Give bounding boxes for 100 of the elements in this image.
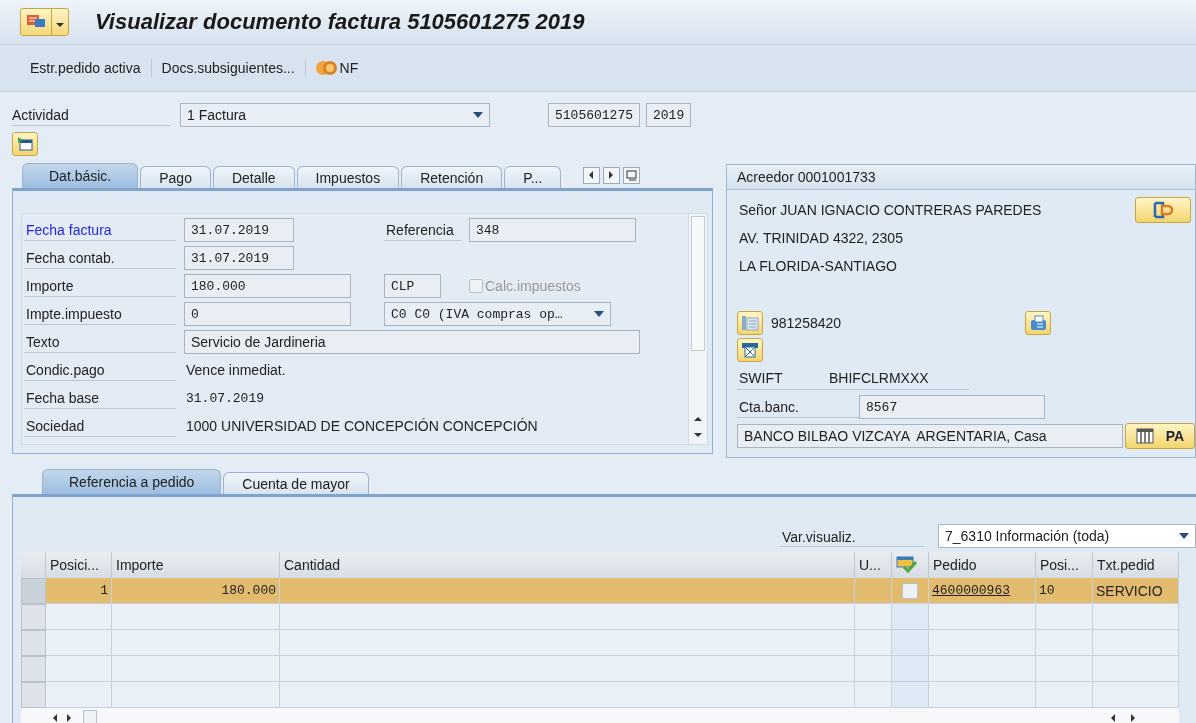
scroll-bar[interactable] xyxy=(688,214,707,444)
address-line: LA FLORIDA-SANTIAGO xyxy=(739,258,897,274)
field-value: 31.07.2019 xyxy=(185,390,265,406)
table-cell xyxy=(892,682,929,708)
column-header[interactable]: Importe xyxy=(112,552,280,578)
caret-icon xyxy=(473,112,483,118)
printer-icon xyxy=(741,341,759,359)
field-value: BHIFCLRMXXX xyxy=(829,370,929,386)
toolbar-button[interactable]: Docs.subsiguientes... xyxy=(151,58,305,78)
address-line: Señor JUAN IGNACIO CONTRERAS PAREDES xyxy=(739,202,1042,218)
order-link[interactable]: 4600000963 xyxy=(932,583,1010,598)
activity-dropdown[interactable]: 1 Factura xyxy=(180,103,490,127)
table-cell xyxy=(46,656,112,682)
scroll-thumb[interactable] xyxy=(83,710,97,723)
field-label: Texto xyxy=(24,331,176,353)
table-cell xyxy=(892,656,929,682)
tab[interactable]: Retención xyxy=(401,166,503,188)
tab[interactable]: Referencia a pedido xyxy=(42,469,222,494)
table-cell xyxy=(1036,682,1093,708)
layout-dropdown[interactable]: 7_6310 Información (toda) xyxy=(938,524,1196,548)
document-number-field: 5105601275 xyxy=(548,103,640,127)
tab[interactable]: Pago xyxy=(140,166,211,188)
field-label: Fecha factura xyxy=(24,219,176,241)
caret-icon xyxy=(1179,533,1189,539)
table-cell: 10 xyxy=(1036,578,1093,604)
input-field[interactable]: 180.000 xyxy=(184,274,351,298)
field-value: 1000 UNIVERSIDAD DE CONCEPCIÓN CONCEPCIÓN xyxy=(185,418,539,434)
field-label: Importe xyxy=(24,275,176,297)
columns-icon xyxy=(1135,428,1154,444)
field-label: Fecha contab. xyxy=(24,247,176,269)
column-header[interactable] xyxy=(892,552,929,578)
coins-icon xyxy=(315,59,338,77)
field-label: SWIFT xyxy=(739,370,784,386)
table-cell xyxy=(855,604,892,630)
input-field[interactable]: CLP xyxy=(384,274,441,298)
up-arrow-icon[interactable] xyxy=(693,414,703,424)
table-cell: 1 xyxy=(46,578,112,604)
field-label: Referencia xyxy=(384,219,461,241)
table-cell xyxy=(46,630,112,656)
tab[interactable]: Detalle xyxy=(212,166,295,188)
field-label: Fecha base xyxy=(24,387,176,409)
table-cell xyxy=(46,604,112,630)
scroll-thumb[interactable] xyxy=(691,216,705,351)
check-card-icon[interactable] xyxy=(896,556,918,574)
table-cell xyxy=(855,656,892,682)
table-cell xyxy=(1036,604,1093,630)
field-label: Sociedad xyxy=(24,415,176,437)
year-field: 2019 xyxy=(646,103,692,127)
bracket-icon xyxy=(1152,201,1174,219)
column-header[interactable]: Pedido xyxy=(929,552,1036,578)
input-field[interactable]: 348 xyxy=(469,218,636,242)
input-field[interactable]: 0 xyxy=(184,302,351,326)
menu-icon xyxy=(26,14,46,30)
layout-button[interactable] xyxy=(12,132,38,156)
field-label: Actividad xyxy=(12,104,170,126)
table-cell xyxy=(1036,630,1093,656)
vendor-button[interactable] xyxy=(1135,197,1191,223)
table-cell: SERVICIO xyxy=(1093,578,1179,604)
window-title: Visualizar documento factura 5105601275 2019 xyxy=(95,9,585,35)
input-field[interactable]: Servicio de Jardineria xyxy=(184,330,640,354)
column-header[interactable]: Posici... xyxy=(46,552,112,578)
printer-button[interactable] xyxy=(737,338,763,362)
window-icon xyxy=(17,136,33,152)
tab[interactable]: Dat.básic. xyxy=(22,163,139,188)
tax-code-dropdown[interactable]: C0 C0 (IVA compras op… xyxy=(384,302,611,326)
caret-icon xyxy=(594,311,604,317)
input-field[interactable]: 31.07.2019 xyxy=(184,246,294,270)
bank-name-field[interactable]: BANCO BILBAO VIZCAYA ARGENTARIA, Casa xyxy=(737,424,1123,448)
scroll-bar[interactable] xyxy=(21,708,1179,723)
column-header[interactable]: Txt.pedid xyxy=(1093,552,1179,578)
phone-icon xyxy=(741,314,759,332)
next-tab-button[interactable] xyxy=(603,166,621,184)
field-label: Condic.pago xyxy=(24,359,176,381)
table-cell xyxy=(855,682,892,708)
down-arrow-icon[interactable] xyxy=(693,430,703,440)
tab[interactable]: P... xyxy=(504,166,562,188)
input-field[interactable]: 8567 xyxy=(859,395,1045,419)
menu-button[interactable] xyxy=(20,8,69,36)
field-value: Vence inmediat. xyxy=(185,362,287,378)
table-cell xyxy=(46,682,112,708)
table-cell xyxy=(1036,656,1093,682)
caret-icon[interactable] xyxy=(55,20,65,30)
column-header[interactable]: Posi... xyxy=(1036,552,1093,578)
checkbox[interactable] xyxy=(902,582,918,599)
fax-icon xyxy=(1029,314,1048,332)
field-label: Impte.impuesto xyxy=(24,303,176,325)
address-line: AV. TRINIDAD 4322, 2305 xyxy=(739,230,903,246)
fax-button[interactable] xyxy=(1025,311,1052,335)
toolbar-button[interactable]: NF xyxy=(305,57,369,79)
table-cell xyxy=(892,630,929,656)
column-header[interactable]: Cantidad xyxy=(280,552,855,578)
input-field[interactable]: 31.07.2019 xyxy=(184,218,294,242)
toolbar-button[interactable]: Estr.pedido activa xyxy=(20,58,151,78)
table-cell: 180.000 xyxy=(112,578,280,604)
bank-details-button[interactable]: PA xyxy=(1125,423,1195,449)
tab[interactable]: Impuestos xyxy=(296,166,400,188)
column-header[interactable]: U... xyxy=(855,552,892,578)
tab[interactable]: Cuenta de mayor xyxy=(223,472,369,494)
table-cell xyxy=(855,630,892,656)
previous-tab-button[interactable] xyxy=(583,166,601,184)
